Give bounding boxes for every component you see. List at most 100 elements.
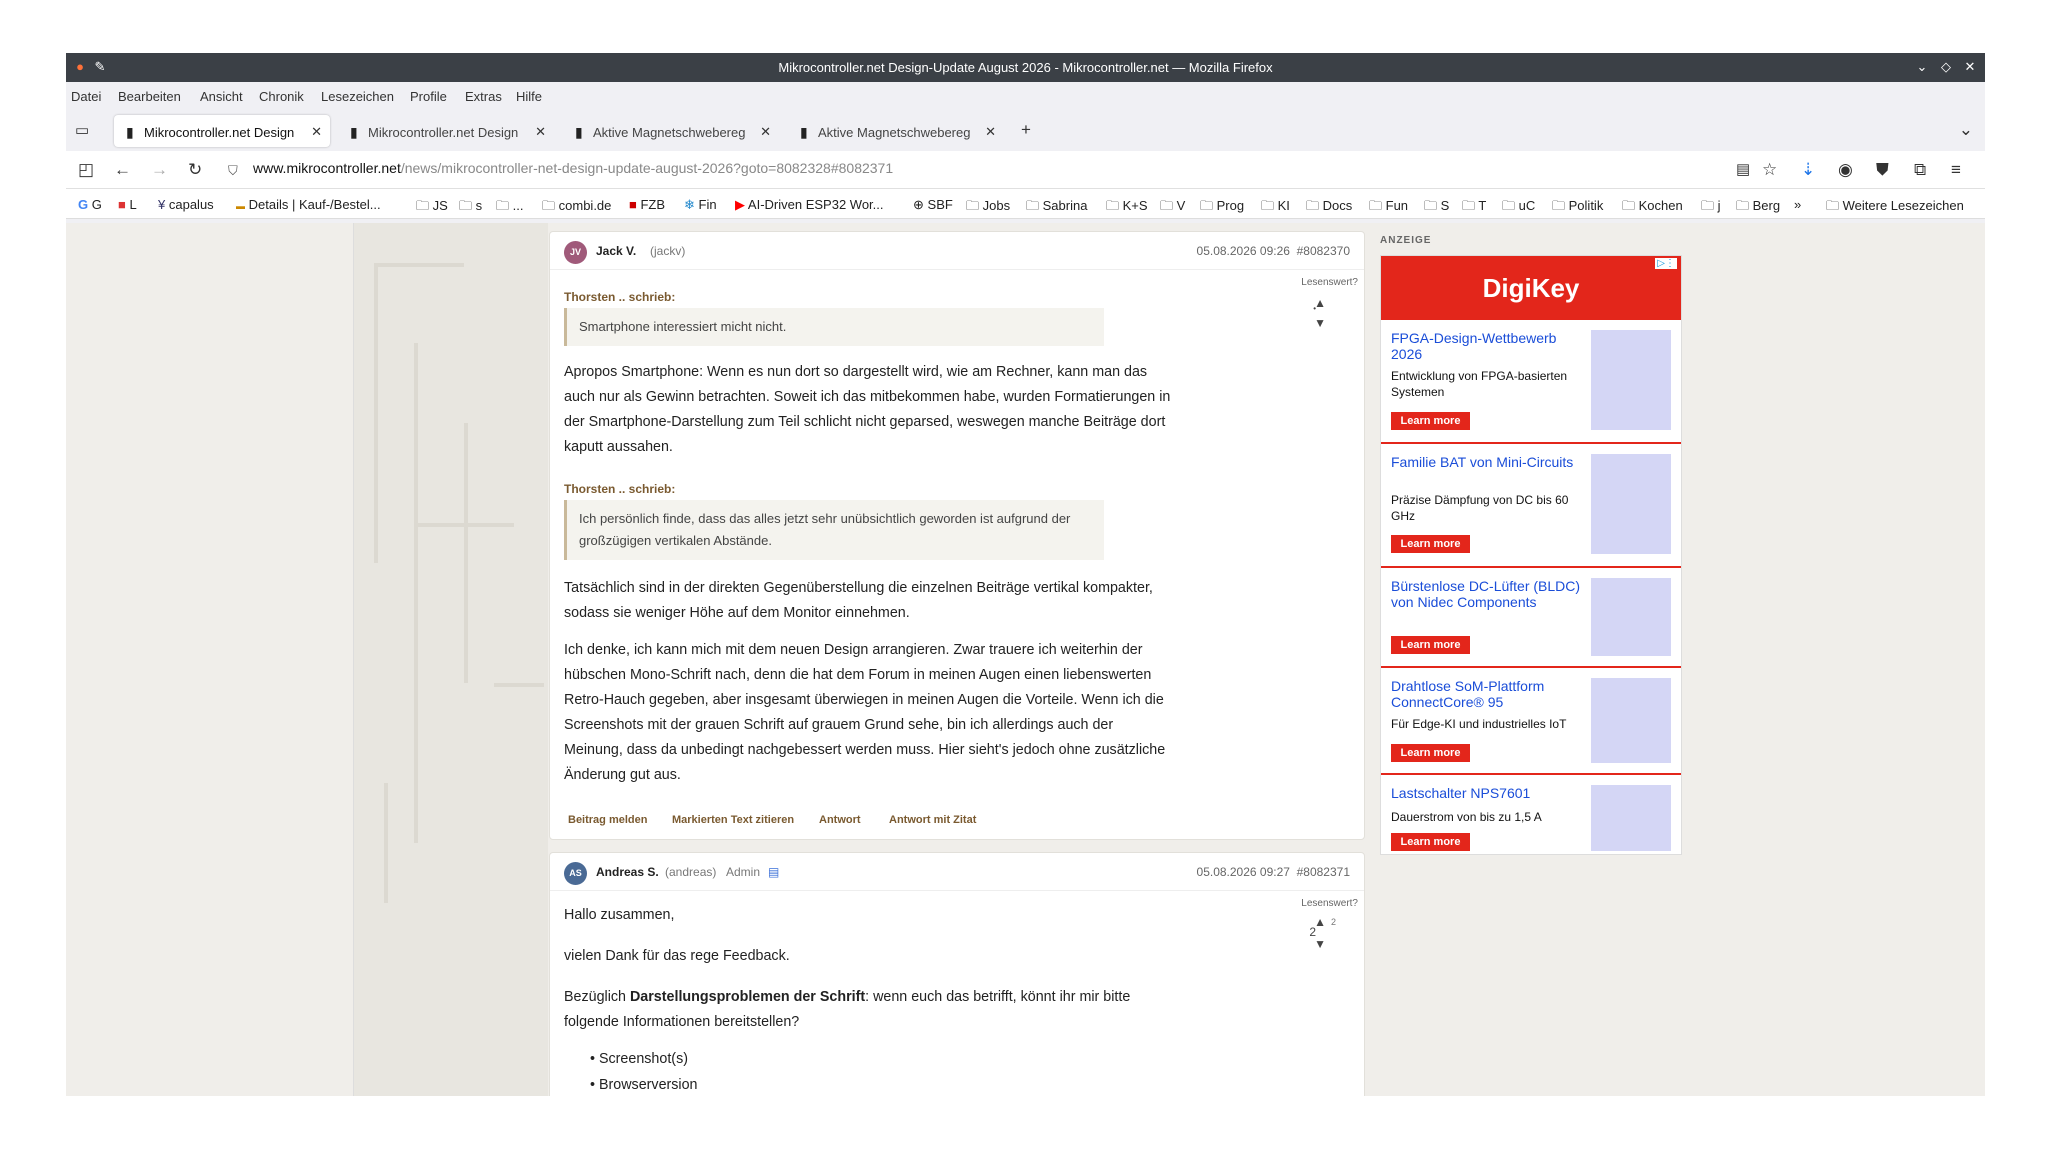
list-tabs-icon[interactable]: ⌄: [1959, 120, 1973, 140]
ad-item-title[interactable]: Lastschalter NPS7601: [1391, 785, 1591, 801]
avatar[interactable]: AS: [564, 862, 587, 885]
bookmark-fzb[interactable]: ■ FZB: [629, 197, 665, 212]
upvote-icon[interactable]: ▲: [1314, 915, 1326, 929]
reader-view-icon[interactable]: ▤: [1736, 160, 1750, 180]
close-icon[interactable]: ✕: [1961, 58, 1979, 76]
ad-item[interactable]: Drahtlose SoM-Plattform ConnectCore® 95 …: [1381, 670, 1681, 775]
ad-banner[interactable]: DigiKey ▷⋮ FPGA-Design-Wettbewerb 2026 E…: [1380, 255, 1682, 855]
forward-icon[interactable]: →: [151, 160, 168, 180]
learn-more-button[interactable]: Learn more: [1391, 535, 1470, 553]
shield-icon[interactable]: ⛉: [228, 161, 238, 181]
bookmark-fin[interactable]: ❄ Fin: [684, 197, 717, 213]
avatar[interactable]: JV: [564, 241, 587, 264]
bookmark-folder-uc[interactable]: 🗀 uC: [1502, 197, 1535, 219]
bookmark-folder-sabrina[interactable]: 🗀 Sabrina: [1026, 197, 1087, 219]
author-name[interactable]: Andreas S.: [596, 865, 659, 879]
learn-more-button[interactable]: Learn more: [1391, 744, 1470, 762]
sidebar-icon[interactable]: ◰: [78, 160, 94, 180]
learn-more-button[interactable]: Learn more: [1391, 636, 1470, 654]
url-input[interactable]: www.mikrocontroller.net/news/mikrocontro…: [253, 160, 893, 176]
tab-close-icon[interactable]: ✕: [311, 124, 322, 140]
quote-selected-link[interactable]: Markierten Text zitieren: [672, 814, 794, 826]
menu-chronik[interactable]: Chronik: [259, 89, 304, 104]
som-module-image[interactable]: [1591, 678, 1671, 763]
chip-image[interactable]: [1591, 454, 1671, 554]
bookmark-sbf[interactable]: ⊕ SBF: [913, 197, 953, 213]
bookmark-folder-dots[interactable]: 🗀 ...: [496, 197, 523, 219]
tab-close-icon[interactable]: ✕: [760, 124, 771, 140]
menu-profile[interactable]: Profile: [410, 89, 447, 104]
menu-extras[interactable]: Extras: [465, 89, 502, 104]
ad-item[interactable]: FPGA-Design-Wettbewerb 2026 Entwicklung …: [1381, 322, 1681, 444]
bookmark-folder-t[interactable]: 🗀 T: [1462, 197, 1486, 219]
bookmark-details[interactable]: ▬ Details | Kauf-/Bestel...: [236, 197, 381, 212]
ad-item-title[interactable]: Drahtlose SoM-Plattform ConnectCore® 95: [1391, 678, 1591, 710]
reply-link[interactable]: Antwort: [819, 814, 861, 826]
bookmark-folder-combi[interactable]: 🗀 combi.de: [542, 197, 611, 219]
bookmark-folder-politik[interactable]: 🗀 Politik: [1552, 197, 1603, 219]
bookmark-folder-prog[interactable]: 🗀 Prog: [1200, 197, 1244, 219]
bookmark-capalus[interactable]: ¥ capalus: [158, 197, 214, 212]
bookmark-folder-js[interactable]: 🗀 JS: [416, 197, 448, 219]
bookmark-folder-weitere[interactable]: 🗀 Weitere Lesezeichen: [1826, 197, 1964, 219]
bookmark-youtube[interactable]: ▶ AI-Driven ESP32 Wor...: [735, 197, 884, 213]
menu-lesezeichen[interactable]: Lesezeichen: [321, 89, 394, 104]
ad-item[interactable]: Familie BAT von Mini-Circuits Präzise Dä…: [1381, 446, 1681, 568]
bookmark-folder-jobs[interactable]: 🗀 Jobs: [966, 197, 1010, 219]
bookmark-folder-ki[interactable]: 🗀 KI: [1261, 197, 1290, 219]
account-icon[interactable]: ◉: [1838, 160, 1853, 180]
ad-item[interactable]: Lastschalter NPS7601 Dauerstrom von bis …: [1381, 777, 1681, 856]
app-menu-icon[interactable]: ≡: [1951, 160, 1961, 180]
learn-more-button[interactable]: Learn more: [1391, 412, 1470, 430]
tab-3[interactable]: ▮ Aktive Magnetschwebereg ✕: [563, 115, 779, 147]
tab-2[interactable]: ▮ Mikrocontroller.net Design ✕: [338, 115, 554, 147]
bookmark-folder-s2[interactable]: 🗀 S: [1424, 197, 1449, 219]
bookmarks-overflow-icon[interactable]: »: [1794, 197, 1801, 212]
menu-ansicht[interactable]: Ansicht: [200, 89, 243, 104]
minimize-icon[interactable]: ⌄: [1913, 58, 1931, 76]
menu-bearbeiten[interactable]: Bearbeiten: [118, 89, 181, 104]
post-id-link[interactable]: #8082371: [1297, 865, 1350, 879]
bookmark-folder-s[interactable]: 🗀 s: [459, 197, 482, 219]
ad-item-title[interactable]: FPGA-Design-Wettbewerb 2026: [1391, 330, 1591, 362]
digikey-logo[interactable]: DigiKey: [1381, 256, 1681, 320]
ad-item-title[interactable]: Bürstenlose DC-Lüfter (BLDC) von Nidec C…: [1391, 578, 1591, 610]
ad-item[interactable]: Bürstenlose DC-Lüfter (BLDC) von Nidec C…: [1381, 570, 1681, 668]
report-post-link[interactable]: Beitrag melden: [568, 814, 647, 826]
menu-datei[interactable]: Datei: [71, 89, 101, 104]
bookmark-folder-kochen[interactable]: 🗀 Kochen: [1622, 197, 1683, 219]
fan-image[interactable]: [1591, 578, 1671, 656]
fpga-board-image[interactable]: [1591, 330, 1671, 430]
maximize-icon[interactable]: ◇: [1937, 58, 1955, 76]
bookmark-g[interactable]: G G: [78, 197, 102, 212]
menu-hilfe[interactable]: Hilfe: [516, 89, 542, 104]
new-tab-icon[interactable]: +: [1021, 120, 1031, 140]
post-id-link[interactable]: #8082370: [1297, 244, 1350, 258]
adchoices-icon[interactable]: ▷⋮: [1655, 258, 1677, 269]
ad-item-title[interactable]: Familie BAT von Mini-Circuits: [1391, 454, 1591, 470]
downvote-icon[interactable]: ▼: [1314, 937, 1326, 951]
back-icon[interactable]: ←: [114, 160, 131, 180]
document-icon[interactable]: ▤: [768, 865, 779, 879]
load-switch-image[interactable]: [1591, 785, 1671, 851]
bookmark-star-icon[interactable]: ☆: [1762, 160, 1777, 180]
tab-overview-icon[interactable]: ▭: [75, 121, 89, 141]
tab-1[interactable]: ▮ Mikrocontroller.net Design ✕: [114, 115, 330, 147]
tab-4[interactable]: ▮ Aktive Magnetschwebereg ✕: [788, 115, 1004, 147]
bookmark-folder-v[interactable]: 🗀 V: [1160, 197, 1185, 219]
ublock-icon[interactable]: ⛊: [1876, 160, 1889, 180]
bookmark-folder-ks[interactable]: 🗀 K+S: [1106, 197, 1148, 219]
bookmark-folder-fun[interactable]: 🗀 Fun: [1369, 197, 1408, 219]
reply-with-quote-link[interactable]: Antwort mit Zitat: [889, 814, 976, 826]
bookmark-folder-berg[interactable]: 🗀 Berg: [1736, 197, 1780, 219]
bookmark-folder-docs[interactable]: 🗀 Docs: [1306, 197, 1352, 219]
download-icon[interactable]: ⇣: [1801, 160, 1815, 180]
extensions-icon[interactable]: ⧉: [1914, 160, 1926, 180]
author-name[interactable]: Jack V.: [596, 244, 636, 258]
learn-more-button[interactable]: Learn more: [1391, 833, 1470, 851]
bookmark-folder-j[interactable]: 🗀 j: [1701, 197, 1721, 219]
tab-close-icon[interactable]: ✕: [535, 124, 546, 140]
reload-icon[interactable]: ↻: [188, 160, 202, 180]
tab-close-icon[interactable]: ✕: [985, 124, 996, 140]
bookmark-l[interactable]: ■ L: [118, 197, 137, 212]
